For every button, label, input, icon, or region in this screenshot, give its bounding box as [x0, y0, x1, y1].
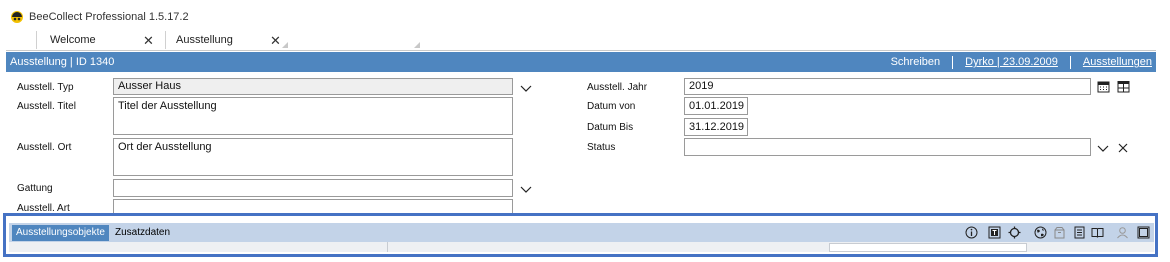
- user-date-link[interactable]: Dyrko | 23.09.2009: [965, 56, 1058, 68]
- document-tab-strip: Welcome ✕ Ausstellung ✕: [6, 29, 1156, 51]
- book-icon[interactable]: [1091, 226, 1104, 239]
- tab-zusatzdaten[interactable]: Zusatzdaten: [111, 225, 174, 241]
- subpanel-filter-field[interactable]: [829, 243, 1027, 252]
- box-icon[interactable]: [1053, 226, 1066, 239]
- tab-ausstellung[interactable]: Ausstellung ✕: [166, 29, 288, 51]
- gattung-select[interactable]: [113, 179, 513, 197]
- tab-ausstellung-label: Ausstellung: [176, 34, 233, 46]
- header-actions: Schreiben Dyrko | 23.09.2009 Ausstellung…: [891, 52, 1152, 72]
- gattung-label: Gattung: [17, 183, 53, 194]
- datum-bis-label: Datum Bis: [587, 122, 634, 133]
- titel-textarea[interactable]: Titel der Ausstellung: [113, 97, 513, 135]
- tab-welcome[interactable]: Welcome ✕: [37, 29, 165, 51]
- typ-dropdown-chevron-icon[interactable]: [519, 81, 533, 95]
- datum-von-input[interactable]: 01.01.2019: [684, 97, 748, 115]
- tab-ausstellungsobjekte[interactable]: Ausstellungsobjekte: [12, 225, 109, 241]
- status-label: Status: [587, 142, 616, 153]
- typ-label: Ausstell. Typ: [17, 82, 74, 93]
- tab-corner: [414, 42, 420, 48]
- datum-bis-input[interactable]: 31.12.2019: [684, 118, 748, 136]
- calendar-icon[interactable]: [1097, 80, 1110, 93]
- document-icon[interactable]: [1073, 226, 1086, 239]
- status-select[interactable]: [684, 138, 1091, 156]
- ort-label: Ausstell. Ort: [17, 142, 72, 153]
- datum-von-label: Datum von: [587, 101, 636, 112]
- ort-textarea[interactable]: Ort der Ausstellung: [113, 138, 513, 176]
- bee-logo-icon: [10, 10, 24, 24]
- globe-icon[interactable]: [1034, 226, 1047, 239]
- tab-ausstellung-close-icon[interactable]: ✕: [270, 33, 281, 49]
- typ-select[interactable]: Ausser Haus: [113, 78, 513, 95]
- subpanel-toolbar: Ausstellungsobjekte Zusatzdaten: [9, 223, 1154, 242]
- text-box-icon[interactable]: [988, 226, 1001, 239]
- column-divider: [387, 242, 388, 252]
- tab-welcome-close-icon[interactable]: ✕: [143, 33, 154, 49]
- window-title: BeeCollect Professional 1.5.17.2: [29, 11, 189, 23]
- person-icon[interactable]: [1116, 226, 1129, 239]
- gattung-dropdown-chevron-icon[interactable]: [519, 182, 533, 196]
- schreiben-link[interactable]: Schreiben: [891, 56, 941, 68]
- record-title: Ausstellung | ID 1340: [10, 56, 115, 68]
- calendar-grid-icon[interactable]: [1117, 80, 1130, 93]
- header-divider: [1069, 55, 1071, 69]
- subpanel-content-strip: [9, 242, 1154, 252]
- titel-label: Ausstell. Titel: [17, 101, 76, 112]
- panel-icon[interactable]: [1137, 226, 1150, 239]
- tab-corner: [282, 42, 288, 48]
- tab-welcome-label: Welcome: [50, 34, 96, 46]
- jahr-label: Ausstell. Jahr: [587, 82, 648, 93]
- status-clear-icon[interactable]: [1116, 141, 1130, 155]
- jahr-input[interactable]: 2019: [684, 78, 1091, 95]
- ausstellungen-link[interactable]: Ausstellungen: [1083, 56, 1152, 68]
- header-divider: [952, 55, 954, 69]
- record-header-bar: Ausstellung | ID 1340 Schreiben Dyrko | …: [6, 52, 1156, 72]
- target-icon[interactable]: [1008, 226, 1021, 239]
- title-bar: BeeCollect Professional 1.5.17.2: [6, 6, 1156, 28]
- status-dropdown-chevron-icon[interactable]: [1096, 141, 1110, 155]
- info-icon[interactable]: [965, 226, 978, 239]
